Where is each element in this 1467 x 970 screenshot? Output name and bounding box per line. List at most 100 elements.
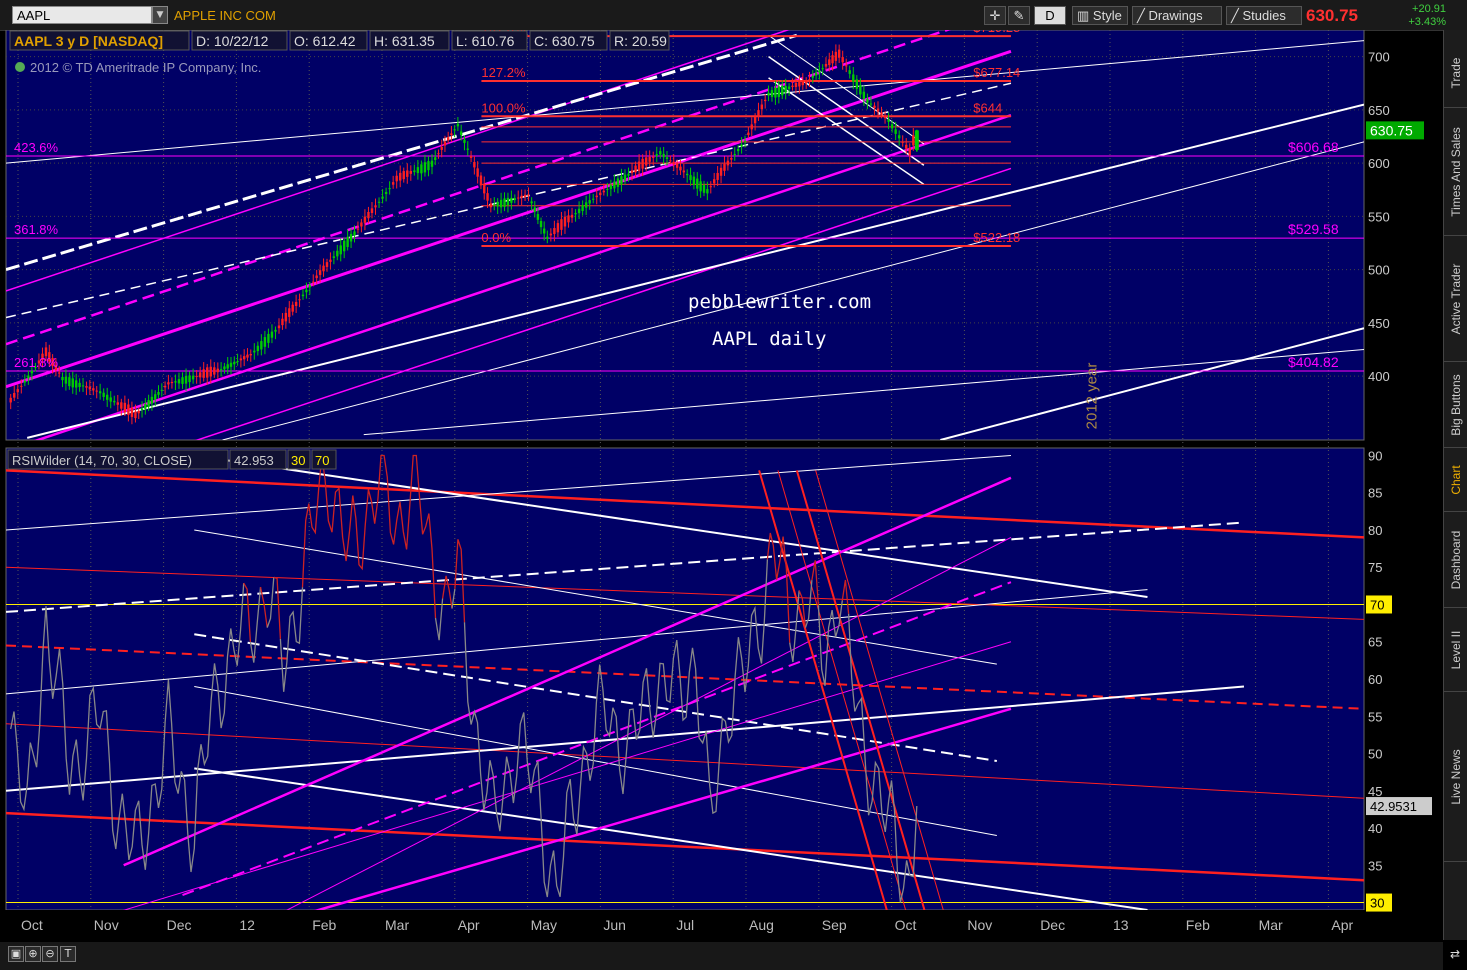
- candle-body: [381, 196, 384, 199]
- candle-body: [233, 361, 236, 365]
- candle-body: [876, 108, 880, 112]
- studies-button[interactable]: ╱ Studies: [1226, 6, 1302, 25]
- candle-body: [841, 57, 844, 63]
- candle-body: [446, 137, 450, 141]
- period-button[interactable]: D: [1034, 6, 1066, 25]
- candle-body: [644, 157, 648, 166]
- sidebar-tab-big-buttons[interactable]: Big Buttons: [1444, 362, 1467, 448]
- candle-body: [659, 151, 662, 155]
- symbol-dropdown-icon[interactable]: ▼: [152, 6, 168, 24]
- candle-body: [270, 331, 274, 338]
- candle-body: [92, 388, 95, 391]
- rsi-tick-label: 75: [1368, 560, 1382, 575]
- candle-body: [399, 172, 402, 181]
- candle-body: [370, 208, 374, 213]
- candle-body: [167, 382, 170, 385]
- candle-body: [733, 154, 736, 156]
- sidebar-tab-live-news[interactable]: Live News: [1444, 692, 1467, 862]
- x-tick-label: Dec: [1040, 917, 1065, 933]
- sidebar-tab-times-and-sales[interactable]: Times And Sales: [1444, 108, 1467, 236]
- ohlc-value: H: 631.35: [374, 33, 435, 49]
- candle-body: [831, 55, 834, 64]
- ohlc-value: R: 20.59: [614, 33, 667, 49]
- candle-body: [109, 397, 112, 402]
- candle-body: [198, 372, 202, 378]
- sidebar-tab-active-trader[interactable]: Active Trader: [1444, 236, 1467, 362]
- candle-body: [9, 397, 12, 403]
- candle-body: [16, 389, 19, 393]
- candle-body: [794, 82, 798, 88]
- candle-body: [150, 396, 154, 404]
- sidebar-tab-trade[interactable]: Trade: [1444, 38, 1467, 108]
- candle-body: [256, 345, 260, 352]
- candle-body: [466, 148, 469, 150]
- candle-body: [308, 285, 312, 288]
- candle-body: [116, 402, 119, 405]
- candle-body: [740, 144, 743, 147]
- candle-body: [873, 105, 876, 108]
- time-axis: [0, 910, 1443, 942]
- candle-body: [506, 197, 510, 206]
- candle-body: [634, 165, 637, 173]
- candle-body: [546, 236, 549, 240]
- expand-icon[interactable]: ⇄: [1447, 946, 1463, 962]
- candle-body: [64, 376, 68, 384]
- candle-body: [890, 124, 894, 129]
- candle-body: [736, 149, 740, 152]
- candle-body: [157, 392, 160, 395]
- drawings-icon: ╱: [1137, 8, 1145, 23]
- symbol-input[interactable]: [12, 6, 152, 24]
- candle-body: [883, 117, 887, 119]
- candle-body: [134, 411, 137, 419]
- zoom-out-icon[interactable]: ⊖: [42, 946, 58, 962]
- fib-label: 100.0%: [481, 100, 526, 115]
- candle-body: [781, 85, 784, 96]
- candle-body: [177, 379, 181, 384]
- candle-body: [613, 181, 616, 189]
- fib-label: 127.2%: [481, 65, 526, 80]
- zoom-in-icon[interactable]: ⊕: [25, 946, 41, 962]
- candle-body: [144, 403, 147, 409]
- candle-body: [30, 370, 34, 374]
- candle-body: [774, 87, 777, 98]
- drawings-button[interactable]: ╱ Drawings: [1132, 6, 1222, 25]
- chart-area[interactable]: Oct Nov Dec 12 Feb Mar Apr May Jun Jul Aug Sep Oct No…: [0, 30, 1443, 942]
- candle-body: [263, 337, 267, 347]
- candle-body: [848, 70, 851, 74]
- pencil-icon[interactable]: ✎: [1008, 6, 1030, 25]
- candle-body: [581, 205, 584, 211]
- candle-body: [818, 70, 821, 73]
- candle-body: [367, 211, 370, 219]
- y-tick-label: 550: [1368, 209, 1390, 224]
- crosshair-icon[interactable]: ✛: [984, 6, 1006, 25]
- x-tick-label: May: [531, 917, 557, 933]
- candle-body: [648, 156, 651, 162]
- candle-body: [137, 410, 140, 414]
- candle-body: [577, 208, 581, 214]
- drawing-tool-icon[interactable]: T: [60, 946, 76, 962]
- candle-body: [623, 174, 627, 181]
- candle-body: [887, 119, 890, 122]
- sidebar-tab-chart[interactable]: Chart: [1444, 448, 1467, 512]
- candle-body: [430, 160, 434, 167]
- y-tick-label: 400: [1368, 369, 1390, 384]
- sidebar-tab-dashboard[interactable]: Dashboard: [1444, 512, 1467, 608]
- sidebar-tab-level-ii[interactable]: Level II: [1444, 608, 1467, 692]
- zoom-button[interactable]: ▣: [8, 946, 24, 962]
- candle-body: [23, 380, 27, 383]
- studies-label: Studies: [1242, 8, 1286, 23]
- candle-body: [61, 376, 64, 381]
- style-button[interactable]: ▥ Style: [1072, 6, 1128, 25]
- candle-body: [423, 162, 427, 173]
- candle-body: [184, 375, 188, 384]
- candle-body: [852, 74, 855, 82]
- watermark-text: pebblewriter.com: [688, 291, 871, 313]
- candle-body: [219, 369, 223, 371]
- sidebar-tab-label: Trade: [1449, 57, 1463, 88]
- x-tick-label: Oct: [21, 917, 43, 933]
- candle-body: [209, 366, 212, 377]
- sidebar-tab-label: Dashboard: [1449, 530, 1463, 589]
- candle-body: [20, 385, 23, 387]
- last-candle-body: [914, 130, 919, 150]
- candle-body: [402, 171, 405, 180]
